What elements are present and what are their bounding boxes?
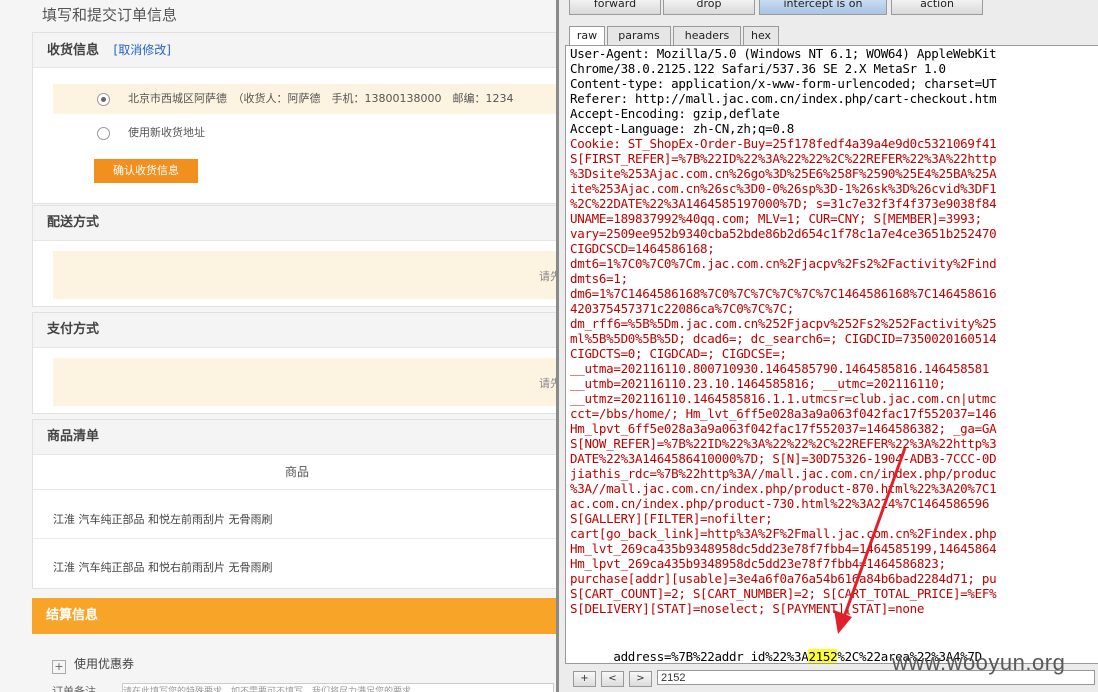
- tab-params[interactable]: params: [607, 26, 671, 46]
- request-line: S[NOW_REFER]=%7B%22ID%22%3A%22%22%2C%22R…: [570, 436, 997, 451]
- page-title: 填写和提交订单信息: [42, 6, 178, 24]
- existing-address-option[interactable]: 北京市西城区阿萨德 （收货人：阿萨德 手机：13800138000 邮编：123…: [53, 84, 560, 114]
- existing-address-text: 北京市西城区阿萨德 （收货人：阿萨德 手机：13800138000 邮编：123…: [128, 92, 514, 105]
- watermark: www.wooyun.org: [892, 650, 1066, 675]
- request-line: Hm_lvt_269ca435b9348958dc5dd23e78f7fbb4=…: [570, 541, 997, 556]
- request-line: Content-type: application/x-www-form-url…: [570, 76, 997, 91]
- delivery-notice-box: 请先: [53, 251, 560, 299]
- request-line: Accept-Encoding: gzip,deflate: [570, 106, 780, 121]
- settlement-header: 结算信息: [32, 598, 560, 634]
- request-line: %2C%22DATE%22%3A1464585197000%7D; s=31c7…: [570, 196, 997, 211]
- raw-request-editor[interactable]: User-Agent: Mozilla/5.0 (Windows NT 6.1;…: [565, 45, 1098, 664]
- checkout-page: 填写和提交订单信息 收货信息 [取消修改] 北京市西城区阿萨德 （收货人：阿萨德…: [0, 0, 560, 692]
- request-line: 420375457371c22086ca%7C0%7C%7C;: [570, 301, 794, 316]
- search-add-button[interactable]: +: [573, 671, 596, 687]
- product-item: 江淮 汽车纯正部品 和悦右前雨刮片 无骨雨刷: [53, 561, 273, 574]
- delivery-panel: 配送方式 请先: [32, 205, 560, 307]
- coupon-toggle[interactable]: + 使用优惠券: [52, 655, 134, 674]
- cancel-edit-link[interactable]: [取消修改]: [114, 43, 171, 57]
- request-line: S[CART_COUNT]=2; S[CART_NUMBER]=2; S[CAR…: [570, 586, 997, 601]
- request-line: ac.com.cn/index.php/product-730.html%22%…: [570, 496, 990, 511]
- tab-hex[interactable]: hex: [743, 26, 779, 46]
- request-line: CIGDCTS=0; CIGDCAD=; CIGDCSE=;: [570, 346, 787, 361]
- request-line: ml%5B%5D0%5B%5D; dcad6=; dc_search6=; CI…: [570, 331, 997, 346]
- products-title: 商品清单: [33, 420, 560, 455]
- request-line: Hm_lpvt_6ff5e028a3a9a063f042fac17f552037…: [570, 421, 997, 436]
- payment-title: 支付方式: [33, 313, 560, 348]
- products-panel: 商品清单 商品 江淮 汽车纯正部品 和悦左前雨刮片 无骨雨刷 江淮 汽车纯正部品…: [32, 419, 560, 589]
- product-column-header: 商品: [33, 455, 560, 490]
- payment-notice-box: 请先: [53, 358, 560, 406]
- existing-address-radio[interactable]: [97, 93, 110, 106]
- order-note-input[interactable]: 请在此填写您的特殊要求，如不需要可不填写，我们将尽力满足您的要求。: [122, 683, 554, 692]
- action-button[interactable]: action: [891, 0, 983, 15]
- search-next-button[interactable]: >: [629, 671, 652, 687]
- request-line: vary=2509ee952b9340cba52bde86b2d654c1f78…: [570, 226, 997, 241]
- highlighted-addr-id: 2152: [808, 649, 838, 664]
- request-line: ite%253Ajac.com.cn%26sc%3D0-0%26sp%3D-1%…: [570, 181, 997, 196]
- request-line: DATE%22%3A1464586410000%7D; S[N]=30D7532…: [570, 451, 997, 466]
- search-prev-button[interactable]: <: [601, 671, 624, 687]
- request-line: Chrome/38.0.2125.122 Safari/537.36 SE 2.…: [570, 61, 946, 76]
- delivery-title: 配送方式: [33, 206, 560, 241]
- request-line: Hm_lpvt_269ca435b9348958dc5dd23e78f7fbb4…: [570, 556, 946, 571]
- payment-panel: 支付方式 请先: [32, 312, 560, 414]
- request-line: S[GALLERY][FILTER]=nofilter;: [570, 511, 773, 526]
- body-prefix: address=%7B%22addr_id%22%3A: [613, 649, 809, 664]
- shipping-title: 收货信息: [47, 43, 100, 58]
- request-line: Referer: http://mall.jac.com.cn/index.ph…: [570, 91, 997, 106]
- request-line: %3Dsite%253Ajac.com.cn%26go%3D%25E6%258F…: [570, 166, 997, 181]
- product-item: 江淮 汽车纯正部品 和悦左前雨刮片 无骨雨刷: [53, 513, 273, 526]
- tab-headers[interactable]: headers: [673, 26, 741, 46]
- request-line: User-Agent: Mozilla/5.0 (Windows NT 6.1;…: [570, 46, 997, 61]
- request-line: dmts6=1;: [570, 271, 628, 286]
- request-line: dm6=1%7C1464586168%7C0%7C%7C%7C%7C%7C146…: [570, 286, 997, 301]
- confirm-shipping-button[interactable]: 确认收货信息: [94, 159, 198, 183]
- request-line: __utma=202116110.800710930.1464585790.14…: [570, 361, 990, 376]
- proxy-intercept-panel: forward drop intercept is on action raw …: [556, 0, 1098, 692]
- forward-button[interactable]: forward: [569, 0, 661, 15]
- request-line: S[DELIVERY][STAT]=noselect; S[PAYMENT][S…: [570, 601, 925, 616]
- request-line: jiathis_rdc=%7B%22http%3A//mall.jac.com.…: [570, 466, 997, 481]
- request-line: dm_rff6=%5B%5Dm.jac.com.cn%252Fjacpv%252…: [570, 316, 997, 331]
- request-line: dmt6=1%7C0%7C0%7Cm.jac.com.cn%2Fjacpv%2F…: [570, 256, 997, 271]
- request-line: CIGDCSCD=1464586168;: [570, 241, 715, 256]
- request-line: Cookie: ST_ShopEx-Order-Buy=25f178fedf4a…: [570, 136, 997, 151]
- request-line: UNAME=189837992%40qq.com; MLV=1; CUR=CNY…: [570, 211, 982, 226]
- request-line: purchase[addr][usable]=3e4a6f0a76a54b616…: [570, 571, 997, 586]
- tab-raw[interactable]: raw: [569, 26, 605, 47]
- request-line: S[FIRST_REFER]=%7B%22ID%22%3A%22%22%2C%2…: [570, 151, 997, 166]
- expand-plus-icon[interactable]: +: [52, 660, 66, 674]
- new-address-label: 使用新收货地址: [128, 126, 205, 139]
- product-divider: [33, 538, 560, 539]
- shipping-panel: 收货信息 [取消修改] 北京市西城区阿萨德 （收货人：阿萨德 手机：138001…: [32, 32, 560, 204]
- new-address-option[interactable]: 使用新收货地址: [53, 118, 560, 148]
- request-line: __utmb=202116110.23.10.1464585816; __utm…: [570, 376, 946, 391]
- intercept-toggle-button[interactable]: intercept is on: [759, 0, 887, 15]
- request-line: %3A//mall.jac.com.cn/index.php/product-8…: [570, 481, 997, 496]
- shipping-panel-header: 收货信息 [取消修改]: [33, 33, 560, 68]
- request-line: cart[go_back_link]=http%3A%2F%2Fmall.jac…: [570, 526, 997, 541]
- new-address-radio[interactable]: [97, 127, 110, 140]
- order-note-label: 订单备注: [52, 685, 96, 692]
- coupon-label: 使用优惠券: [74, 657, 135, 671]
- request-line: cct=/bbs/home/; Hm_lvt_6ff5e028a3a9a063f…: [570, 406, 997, 421]
- request-line: __utmz=202116110.1464585816.1.1.utmcsr=c…: [570, 391, 997, 406]
- request-line: Accept-Language: zh-CN,zh;q=0.8: [570, 121, 794, 136]
- drop-button[interactable]: drop: [663, 0, 755, 15]
